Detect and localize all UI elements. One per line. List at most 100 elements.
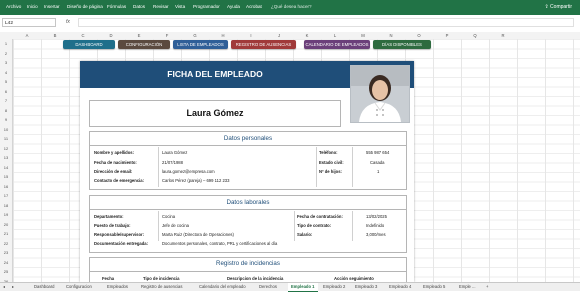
column-header-k[interactable]: K — [293, 32, 321, 39]
field-label: Contacto de emergencia: — [94, 178, 145, 183]
column-header-h[interactable]: H — [209, 32, 237, 39]
row-header-6[interactable]: 6 — [0, 89, 12, 94]
row-header-25[interactable]: 25 — [0, 269, 12, 274]
nav-dias-disponibles-button[interactable]: DÍAS DISPONIBLES — [373, 40, 431, 49]
column-header-a[interactable]: A — [13, 32, 41, 39]
divider — [294, 211, 295, 241]
divider — [352, 211, 353, 241]
divider — [90, 145, 406, 146]
field-value[interactable]: laura.gomez@empresa.com — [162, 169, 215, 174]
field-label: Nº de hijos: — [319, 169, 342, 174]
row-header-23[interactable]: 23 — [0, 250, 12, 255]
menu-datos[interactable]: Datos — [133, 4, 145, 9]
share-button[interactable]: ⇪ Compartir — [544, 4, 572, 10]
menu-formulas[interactable]: Fórmulas — [107, 4, 126, 9]
row-header-20[interactable]: 20 — [0, 222, 12, 227]
column-header-c[interactable]: C — [69, 32, 97, 39]
field-value[interactable]: 13/02/2025 — [366, 214, 387, 219]
row-header-12[interactable]: 12 — [0, 146, 12, 151]
menu-ayuda[interactable]: Ayuda — [227, 4, 240, 9]
divider — [316, 147, 317, 187]
column-header-f[interactable]: F — [153, 32, 181, 39]
divider — [90, 209, 406, 210]
field-value[interactable]: Casada — [370, 160, 384, 165]
column-header-g[interactable]: G — [181, 32, 209, 39]
field-value[interactable]: 3,000/mes — [366, 232, 386, 237]
row-header-1[interactable]: 1 — [0, 41, 12, 46]
column-header-n[interactable]: N — [377, 32, 405, 39]
nav-dashboard-button[interactable]: DASHBOARD — [63, 40, 115, 49]
row-header-13[interactable]: 13 — [0, 155, 12, 160]
row-header-18[interactable]: 18 — [0, 203, 12, 208]
menu-diseno[interactable]: Diseño de página — [67, 4, 103, 9]
field-value[interactable]: Documentos personales, contrato, PRL y c… — [162, 241, 277, 246]
field-label: Puesto de trabajo: — [94, 223, 131, 228]
row-header-11[interactable]: 11 — [0, 136, 12, 141]
row-header-21[interactable]: 21 — [0, 231, 12, 236]
column-header: Tipo de incidencia — [143, 276, 180, 281]
column-header-o[interactable]: O — [405, 32, 433, 39]
column-header-d[interactable]: D — [97, 32, 125, 39]
row-header-8[interactable]: 8 — [0, 108, 12, 113]
row-header-19[interactable]: 19 — [0, 212, 12, 217]
menu-inicio[interactable]: Inicio — [27, 4, 38, 9]
row-header-5[interactable]: 5 — [0, 79, 12, 84]
row-headers: 1 2 3 4 5 6 7 8 9 10 11 12 13 14 15 16 17 18 19 20 21 22 23 24 2… — [0, 39, 13, 284]
row-header-17[interactable]: 17 — [0, 193, 12, 198]
menu-programador[interactable]: Programador — [193, 4, 220, 9]
column-header-b[interactable]: B — [41, 32, 69, 39]
row-header-24[interactable]: 24 — [0, 260, 12, 265]
field-value[interactable]: 21/07/1988 — [162, 160, 183, 165]
menu-vista[interactable]: Vista — [175, 4, 185, 9]
row-header-3[interactable]: 3 — [0, 60, 12, 65]
column-header: Fecha — [102, 276, 115, 281]
column-header-e[interactable]: E — [125, 32, 153, 39]
employee-card: FICHA DEL EMPLEADO Laura Gómez Datos per… — [80, 61, 414, 289]
field-value[interactable]: Marta Ruiz (Directora de Operaciones) — [162, 232, 234, 237]
row-header-4[interactable]: 4 — [0, 70, 12, 75]
nav-calendario-empleados-button[interactable]: CALENDARIO DE EMPLEADOS — [304, 40, 370, 49]
work-data-title: Datos laborales — [226, 199, 270, 206]
field-label: Estado civil: — [319, 160, 344, 165]
field-value[interactable]: 1 — [377, 169, 379, 174]
field-value[interactable]: Laura Gómez — [162, 150, 187, 155]
column-header-m[interactable]: M — [349, 32, 377, 39]
column-header-q[interactable]: Q — [461, 32, 489, 39]
column-header-l[interactable]: L — [321, 32, 349, 39]
column-header-p[interactable]: P — [433, 32, 461, 39]
field-value[interactable]: Indefinido — [366, 223, 384, 228]
name-box[interactable]: L42 — [2, 18, 56, 27]
person-photo-icon — [351, 66, 409, 122]
row-header-14[interactable]: 14 — [0, 165, 12, 170]
row-header-16[interactable]: 16 — [0, 184, 12, 189]
row-header-22[interactable]: 22 — [0, 241, 12, 246]
formula-bar: L42 fx — [0, 15, 580, 33]
column-header-i[interactable]: I — [237, 32, 265, 39]
work-data-section: Datos laborales Departamento: Cocina Fec… — [89, 195, 407, 253]
personal-data-section: Datos personales Nombre y apellidos: Lau… — [89, 131, 407, 190]
column-header-j[interactable]: J — [265, 32, 293, 39]
formula-input[interactable] — [78, 18, 574, 27]
menu-insertar[interactable]: Insertar — [44, 4, 60, 9]
row-header-2[interactable]: 2 — [0, 51, 12, 56]
divider — [352, 147, 353, 187]
tell-me-search[interactable]: ¿Qué desea hacer? — [271, 4, 312, 9]
row-header-10[interactable]: 10 — [0, 127, 12, 132]
row-header-7[interactable]: 7 — [0, 98, 12, 103]
nav-configuracion-button[interactable]: CONFIGURACIÓN — [118, 40, 170, 49]
tab-empleado-1[interactable]: Empleado 1 — [288, 283, 318, 292]
nav-registro-ausencias-button[interactable]: REGISTRO DE AUSENCIAS — [231, 40, 296, 49]
menu-acrobat[interactable]: Acrobat — [246, 4, 262, 9]
fx-icon[interactable]: fx — [66, 19, 70, 25]
row-header-9[interactable]: 9 — [0, 117, 12, 122]
field-value[interactable]: 555 987 654 — [366, 150, 389, 155]
column-header-r[interactable]: R — [489, 32, 517, 39]
field-value[interactable]: Cocina — [162, 214, 175, 219]
menu-archivo[interactable]: Archivo — [6, 4, 21, 9]
nav-lista-empleados-button[interactable]: LISTA DE EMPLEADOS — [173, 40, 228, 49]
menu-revisar[interactable]: Revisar — [153, 4, 169, 9]
field-label: Departamento: — [94, 214, 124, 219]
field-value[interactable]: Jefe de cocina — [162, 223, 189, 228]
row-header-15[interactable]: 15 — [0, 174, 12, 179]
field-value[interactable]: Carlos Pérez (pareja) – 699 112 233 — [162, 178, 229, 183]
